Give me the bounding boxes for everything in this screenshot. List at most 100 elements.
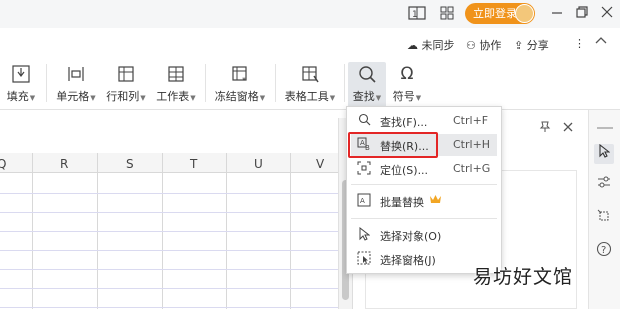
- table-tools-button[interactable]: 表格工具▼: [282, 62, 338, 108]
- sheet-icon: [165, 64, 187, 84]
- fill-icon: [10, 64, 32, 84]
- table-tools-icon: [299, 64, 321, 84]
- close-icon[interactable]: [598, 5, 616, 23]
- selection-pane-icon: [356, 251, 372, 267]
- watermark: 易坊好文馆: [473, 266, 574, 288]
- grid-line: [0, 231, 338, 232]
- select-cursor-icon[interactable]: [594, 143, 614, 164]
- chevron-down-icon: ▼: [140, 94, 146, 102]
- highlight-box: [348, 132, 438, 158]
- menu-item-batch-replace[interactable]: A 批量替换: [351, 190, 497, 212]
- share-button[interactable]: ⇪ 分享: [514, 37, 549, 53]
- symbol-button[interactable]: Ω 符号▼: [388, 62, 426, 108]
- fill-button[interactable]: 填充▼: [4, 62, 38, 108]
- divider: [344, 64, 345, 102]
- menu-item-select-objects[interactable]: 选择对象(O): [351, 224, 497, 246]
- divider: [205, 64, 206, 102]
- menu-item-shortcut: Ctrl+F: [453, 114, 489, 127]
- menu-item-label: 批量替换: [380, 196, 424, 209]
- menu-item-find[interactable]: 查找(F)... Ctrl+F: [351, 110, 497, 132]
- sync-button[interactable]: ☁ 未同步: [407, 37, 455, 53]
- more-icon[interactable]: ⋮: [574, 37, 585, 50]
- search-icon: [356, 113, 372, 129]
- cursor-icon: [356, 226, 372, 243]
- locate-icon: [356, 161, 372, 177]
- help-icon[interactable]: ?: [594, 241, 614, 261]
- minimize-icon[interactable]: [548, 5, 566, 23]
- pin-icon[interactable]: [539, 121, 551, 136]
- divider: [46, 64, 47, 102]
- sheet-label: 工作表: [156, 90, 190, 103]
- grid-line: [0, 307, 338, 308]
- sync-label: 未同步: [421, 39, 455, 52]
- side-toolbar-handle: [597, 127, 613, 129]
- menu-item-label: 定位(S)...: [380, 164, 429, 177]
- chevron-down-icon: ▼: [329, 94, 336, 102]
- share-label: 分享: [526, 39, 549, 52]
- title-bar: 1 立即登录: [0, 0, 620, 28]
- grid-line: [0, 269, 338, 270]
- cell-label: 单元格: [56, 90, 90, 103]
- grid-line: [0, 288, 338, 289]
- menu-item-label: 查找(F)...: [380, 116, 428, 129]
- column-header[interactable]: S: [126, 157, 134, 171]
- collapse-ribbon-icon[interactable]: [595, 35, 607, 48]
- crown-icon: [429, 193, 442, 208]
- chevron-down-icon: ▼: [415, 94, 422, 102]
- find-label: 查找: [352, 90, 375, 103]
- batch-replace-icon: A: [356, 193, 372, 209]
- freeze-icon: *: [229, 64, 251, 85]
- rowcol-icon: [115, 64, 137, 84]
- column-header[interactable]: U: [254, 157, 263, 171]
- close-pane-icon[interactable]: [562, 121, 574, 136]
- menu-item-shortcut: Ctrl+H: [453, 138, 491, 151]
- restore-icon[interactable]: [573, 5, 591, 23]
- column-header[interactable]: T: [190, 157, 197, 171]
- grid-icon[interactable]: [438, 5, 456, 23]
- find-button[interactable]: 查找▼: [348, 62, 386, 108]
- chevron-down-icon: ▼: [375, 94, 382, 102]
- chevron-down-icon: ▼: [29, 94, 36, 102]
- sliders-icon[interactable]: [594, 175, 614, 195]
- column-header[interactable]: R: [60, 157, 68, 171]
- grid-line: [0, 193, 338, 194]
- chevron-down-icon: ▼: [190, 94, 196, 102]
- share-icon: ⇪: [514, 39, 524, 52]
- chevron-down-icon: ▼: [90, 94, 96, 102]
- svg-text:A: A: [360, 197, 365, 205]
- freeze-button[interactable]: * 冻结窗格▼: [212, 62, 268, 108]
- column-header-row: [0, 153, 338, 173]
- symbol-label: 符号: [392, 90, 415, 103]
- freeze-label: 冻结窗格: [214, 90, 259, 103]
- column-header[interactable]: V: [316, 157, 324, 171]
- cloud-icon: ☁: [407, 39, 418, 52]
- transform-icon[interactable]: [594, 209, 614, 229]
- svg-text:*: *: [242, 76, 246, 84]
- menu-separator: [351, 218, 497, 219]
- cell-icon: [65, 64, 87, 84]
- menu-separator: [351, 184, 497, 185]
- cell-button[interactable]: 单元格▼: [54, 62, 98, 108]
- menu-item-label: 选择窗格(J): [380, 254, 436, 267]
- rowcol-button[interactable]: 行和列▼: [104, 62, 148, 108]
- collab-label: 协作: [479, 39, 502, 52]
- avatar[interactable]: [515, 4, 534, 23]
- search-icon: [356, 64, 378, 84]
- menu-item-shortcut: Ctrl+G: [453, 162, 491, 175]
- grid-line: [0, 212, 338, 213]
- layout-icon[interactable]: 1: [408, 5, 426, 23]
- column-header[interactable]: Q: [0, 157, 6, 171]
- omega-icon: Ω: [400, 64, 414, 84]
- menu-item-label: 选择对象(O): [380, 230, 442, 243]
- people-icon: ⚇: [466, 39, 476, 52]
- chevron-down-icon: ▼: [259, 94, 266, 102]
- collab-button[interactable]: ⚇ 协作: [466, 37, 501, 53]
- menu-item-goto[interactable]: 定位(S)... Ctrl+G: [351, 158, 497, 180]
- sheet-button[interactable]: 工作表▼: [154, 62, 198, 108]
- rowcol-label: 行和列: [106, 90, 140, 103]
- login-label: 立即登录: [473, 7, 517, 20]
- fill-label: 填充: [6, 90, 29, 103]
- svg-text:?: ?: [601, 245, 606, 256]
- divider: [275, 64, 276, 102]
- table-tools-label: 表格工具: [284, 90, 329, 103]
